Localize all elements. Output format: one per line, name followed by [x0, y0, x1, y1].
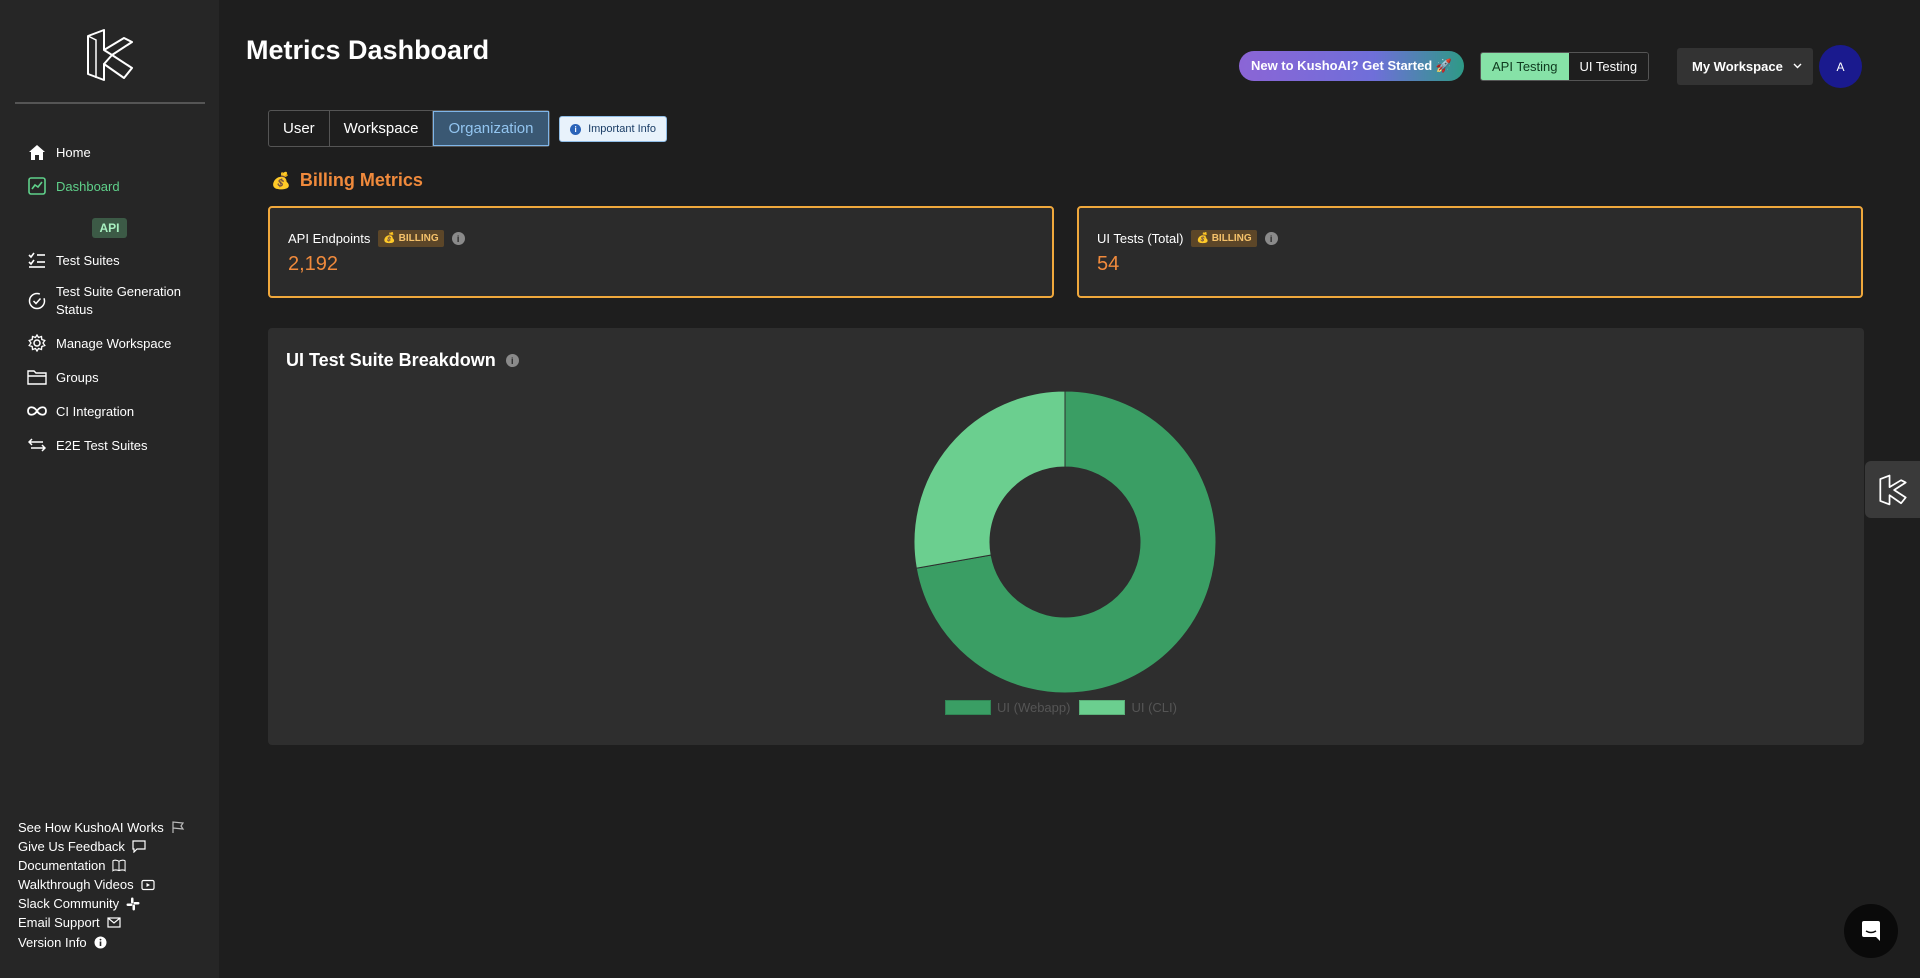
infinity-icon: [26, 400, 48, 422]
chart-title-row: UI Test Suite Breakdown i: [286, 350, 519, 371]
chat-icon: [1862, 921, 1880, 941]
sidebar-item-label: Dashboard: [56, 178, 120, 194]
sidebar-item-ci-integration[interactable]: CI Integration: [26, 400, 134, 422]
billing-metrics-title: Billing Metrics: [299, 170, 423, 190]
kusho-logo[interactable]: [84, 28, 136, 82]
sidebar-item-groups[interactable]: Groups: [26, 366, 99, 388]
info-icon: i: [570, 123, 582, 135]
ui-testing-button[interactable]: UI Testing: [1568, 53, 1649, 80]
donut-slice-ui-cli[interactable]: [913, 390, 1066, 569]
book-icon: [112, 859, 127, 873]
metric-card-ui-tests: UI Tests (Total) 💰 BILLING i 54: [1077, 206, 1863, 298]
footer-link-label: See How KushoAI Works: [18, 820, 164, 835]
info-icon[interactable]: i: [1264, 232, 1278, 245]
metric-value: 2,192: [288, 253, 339, 275]
legend-item[interactable]: UI (Webapp): [945, 700, 1070, 715]
tab-user[interactable]: User: [269, 111, 330, 146]
legend-swatch: [1079, 700, 1126, 715]
sidebar-item-label: Test Suite Generation Status: [56, 284, 182, 317]
swap-icon: [26, 434, 48, 456]
sidebar-item-manage-workspace[interactable]: Manage Workspace: [26, 332, 171, 354]
workspace-select-label: My Workspace: [1692, 59, 1783, 74]
metric-label: UI Tests (Total): [1097, 231, 1184, 246]
chevron-down-icon: [1793, 61, 1802, 72]
info-icon: [94, 936, 108, 950]
page-title: Metrics Dashboard: [246, 35, 490, 65]
billing-badge-label: BILLING: [1211, 233, 1252, 244]
sidebar-item-dashboard[interactable]: Dashboard: [26, 175, 120, 197]
tab-organization[interactable]: Organization: [433, 111, 549, 146]
metric-label-row: UI Tests (Total) 💰 BILLING i: [1097, 230, 1278, 247]
sidebar-item-label: Groups: [56, 369, 99, 385]
important-info-label: Important Info: [588, 123, 656, 135]
sidebar: Home Dashboard API Test Suites Test Suit…: [0, 0, 219, 978]
billing-metrics-heading: 💰 Billing Metrics: [271, 170, 423, 191]
footer-link-walkthrough-videos[interactable]: Walkthrough Videos: [18, 877, 155, 892]
chat-support-button[interactable]: [1844, 904, 1898, 958]
donut-chart[interactable]: [909, 386, 1221, 698]
footer-link-version-info[interactable]: Version Info: [18, 935, 108, 950]
info-icon[interactable]: i: [451, 232, 465, 245]
footer-link-documentation[interactable]: Documentation: [18, 858, 127, 873]
api-testing-button[interactable]: API Testing: [1481, 53, 1569, 80]
avatar[interactable]: A: [1819, 45, 1862, 88]
info-icon[interactable]: i: [505, 354, 519, 367]
video-icon: [141, 878, 155, 892]
legend-label: UI (CLI): [1131, 700, 1177, 715]
footer-link-email-support[interactable]: Email Support: [18, 915, 121, 930]
sidebar-item-home[interactable]: Home: [26, 141, 91, 163]
sidebar-item-test-suites[interactable]: Test Suites: [26, 249, 120, 271]
logo-divider: [15, 102, 205, 104]
footer-link-label: Give Us Feedback: [18, 839, 125, 854]
legend-swatch: [945, 700, 991, 715]
chart-legend: UI (Webapp) UI (CLI): [945, 700, 1186, 715]
footer-link-label: Walkthrough Videos: [18, 877, 134, 892]
sidebar-item-e2e-test-suites[interactable]: E2E Test Suites: [26, 434, 148, 456]
sidebar-item-label: Home: [56, 144, 91, 160]
ui-test-suite-breakdown-card: UI Test Suite Breakdown i UI (Webapp) UI …: [268, 328, 1864, 745]
sidebar-item-label: Test Suites: [56, 252, 120, 268]
billing-badge: 💰 BILLING: [1191, 230, 1257, 247]
home-icon: [26, 141, 48, 163]
folder-icon: [26, 366, 48, 388]
sidebar-item-label: CI Integration: [56, 403, 135, 419]
api-section-badge: API: [92, 218, 127, 238]
sidebar-item-label: Manage Workspace: [56, 335, 172, 351]
footer-link-slack-community[interactable]: Slack Community: [18, 896, 140, 911]
legend-item[interactable]: UI (CLI): [1079, 700, 1177, 715]
footer-link-label: Version Info: [18, 935, 87, 950]
sidebar-item-label: E2E Test Suites: [56, 437, 148, 453]
metric-card-api-endpoints: API Endpoints 💰 BILLING i 2,192: [268, 206, 1054, 298]
kusho-logo-icon: [1878, 474, 1907, 505]
mail-icon: [107, 916, 121, 930]
check-circle-icon: [26, 290, 48, 312]
checklist-icon: [26, 249, 48, 271]
footer-link-label: Email Support: [18, 915, 100, 930]
feedback-icon: [132, 840, 146, 854]
chart-icon: [26, 175, 48, 197]
metric-label: API Endpoints: [288, 231, 371, 246]
important-info-button[interactable]: i Important Info: [559, 116, 667, 142]
workspace-select[interactable]: My Workspace: [1677, 48, 1813, 85]
billing-badge-label: BILLING: [398, 233, 439, 244]
money-bag-icon: 💰: [271, 172, 291, 190]
sidebar-item-generation-status[interactable]: Test Suite Generation Status: [26, 283, 196, 319]
testing-mode-toggle: API Testing UI Testing: [1480, 52, 1650, 81]
metric-value: 54: [1097, 253, 1120, 275]
footer-link-label: Documentation: [18, 858, 106, 873]
footer-link-label: Slack Community: [18, 896, 120, 911]
footer-link-how-it-works[interactable]: See How KushoAI Works: [18, 820, 185, 835]
scope-tabs: User Workspace Organization: [268, 110, 550, 147]
tab-workspace[interactable]: Workspace: [330, 111, 434, 146]
footer-link-feedback[interactable]: Give Us Feedback: [18, 839, 146, 854]
flag-icon: [171, 821, 185, 835]
get-started-button[interactable]: New to KushoAI? Get Started 🚀: [1239, 51, 1464, 81]
kusho-floating-tab[interactable]: [1865, 461, 1920, 518]
slack-icon: [126, 897, 140, 911]
metric-label-row: API Endpoints 💰 BILLING i: [288, 230, 465, 247]
gear-icon: [26, 332, 48, 354]
billing-badge: 💰 BILLING: [378, 230, 444, 247]
chart-title: UI Test Suite Breakdown: [286, 350, 496, 370]
legend-label: UI (Webapp): [997, 700, 1071, 715]
